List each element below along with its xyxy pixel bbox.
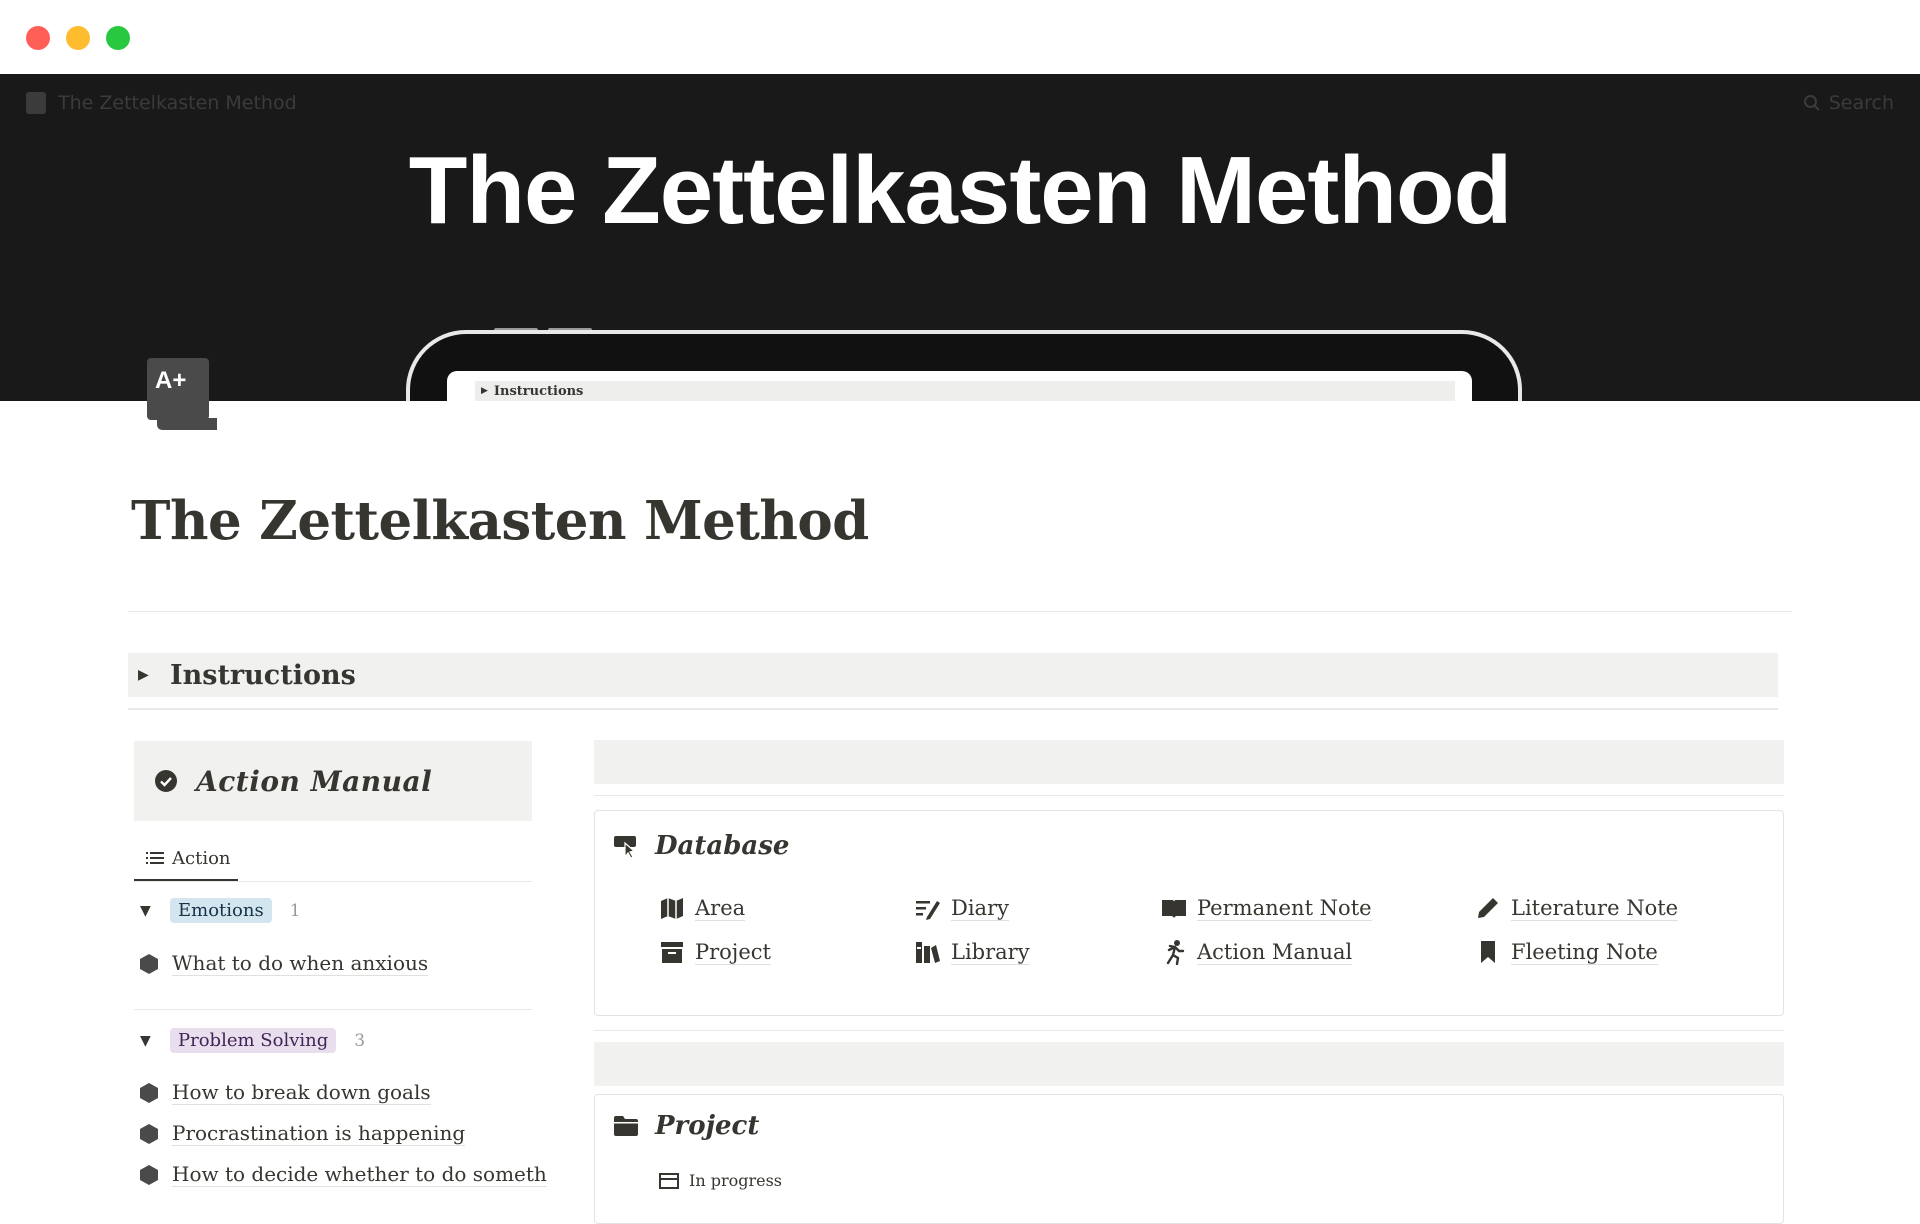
spacer-callout	[594, 740, 1784, 784]
hexagon-icon	[140, 1123, 158, 1144]
divider	[128, 708, 1778, 710]
list-item[interactable]: How to break down goals	[138, 1080, 431, 1105]
list-item-label: How to break down goals	[172, 1080, 431, 1105]
map-icon	[661, 898, 683, 919]
library-icon	[916, 942, 940, 963]
project-card: Project In progress	[594, 1094, 1784, 1224]
bookmark-icon	[1481, 941, 1495, 963]
triangle-down-icon: ▼	[140, 1032, 151, 1049]
database-header: Database	[613, 831, 789, 861]
group-tag: Emotions	[170, 898, 272, 923]
list-item[interactable]: How to decide whether to do someth	[138, 1162, 547, 1187]
link-action-manual[interactable]: Action Manual	[1161, 939, 1353, 965]
link-project[interactable]: Project	[659, 939, 771, 965]
archive-icon	[661, 942, 683, 963]
breadcrumb[interactable]: The Zettelkasten Method	[26, 92, 297, 114]
hexagon-icon	[140, 1164, 158, 1185]
folder-icon	[614, 1116, 638, 1136]
group-count: 1	[289, 900, 301, 921]
list-item-label: How to decide whether to do someth	[172, 1162, 547, 1187]
window-titlebar	[0, 0, 1920, 74]
link-label: Area	[695, 895, 746, 921]
triangle-down-icon: ▼	[140, 902, 151, 919]
link-label: Library	[951, 939, 1030, 965]
grade-page-icon[interactable]: A+	[147, 358, 221, 436]
project-title: Project	[655, 1111, 760, 1141]
screen-toggle: ▶ Instructions	[475, 381, 1455, 401]
list-item-label: Procrastination is happening	[172, 1121, 466, 1146]
action-manual-callout: Action Manual	[134, 741, 532, 821]
hexagon-icon	[140, 1082, 158, 1103]
maximize-window-button[interactable]	[106, 26, 130, 50]
spacer-callout	[594, 1042, 1784, 1086]
table-icon	[659, 1172, 679, 1189]
search-label: Search	[1828, 92, 1894, 114]
link-label: Project	[695, 939, 771, 965]
breadcrumb-page-name: The Zettelkasten Method	[58, 92, 297, 114]
svg-text:A+: A+	[155, 367, 186, 394]
link-label: Action Manual	[1197, 939, 1353, 965]
database-card: Database Area Diary Permanent Note Liter…	[594, 810, 1784, 1016]
hexagon-icon	[140, 953, 158, 974]
pencil-icon	[1478, 898, 1498, 918]
page-cover: The Zettelkasten Method Search The Zette…	[0, 74, 1920, 401]
link-label: Literature Note	[1511, 895, 1679, 921]
view-tabs: Action	[134, 837, 532, 882]
link-label: Diary	[951, 895, 1009, 921]
page-title: The Zettelkasten Method	[131, 490, 869, 552]
group-emotions[interactable]: ▼ Emotions 1	[140, 898, 301, 923]
link-diary[interactable]: Diary	[915, 895, 1009, 921]
cover-title: The Zettelkasten Method	[408, 137, 1512, 244]
search-button[interactable]: Search	[1803, 92, 1894, 114]
divider	[134, 1009, 532, 1010]
screen-toggle-label: Instructions	[493, 383, 584, 399]
book-icon	[1162, 900, 1186, 918]
list-item[interactable]: Procrastination is happening	[138, 1121, 466, 1146]
divider	[594, 1030, 1784, 1031]
instructions-label: Instructions	[170, 659, 356, 691]
project-view-label: In progress	[689, 1171, 783, 1190]
link-label: Fleeting Note	[1511, 939, 1658, 965]
list-icon	[146, 852, 164, 864]
minimize-window-button[interactable]	[66, 26, 90, 50]
write-icon	[916, 901, 940, 920]
group-count: 3	[354, 1030, 366, 1051]
action-manual-title: Action Manual	[196, 764, 433, 798]
close-window-button[interactable]	[26, 26, 50, 50]
triangle-right-icon: ▶	[138, 667, 149, 683]
link-area[interactable]: Area	[659, 895, 746, 921]
group-problem-solving[interactable]: ▼ Problem Solving 3	[140, 1028, 365, 1053]
list-item-label: What to do when anxious	[172, 951, 429, 976]
page-icon-small	[26, 92, 46, 114]
divider	[128, 611, 1792, 612]
link-literature-note[interactable]: Literature Note	[1475, 895, 1679, 921]
search-icon	[1803, 95, 1820, 111]
triangle-right-icon: ▶	[481, 386, 488, 396]
database-title: Database	[655, 831, 790, 861]
project-header: Project	[613, 1111, 759, 1141]
divider	[594, 795, 1784, 796]
instructions-toggle[interactable]: ▶ Instructions	[128, 653, 1778, 697]
tab-action[interactable]: Action	[134, 837, 238, 881]
project-view-tab[interactable]: In progress	[659, 1171, 782, 1190]
runner-icon	[1166, 940, 1185, 965]
group-tag: Problem Solving	[170, 1028, 337, 1053]
list-item[interactable]: What to do when anxious	[138, 951, 429, 976]
link-library[interactable]: Library	[915, 939, 1030, 965]
check-circle-icon	[155, 770, 177, 792]
tab-action-label: Action	[172, 847, 231, 869]
link-permanent-note[interactable]: Permanent Note	[1161, 895, 1372, 921]
link-fleeting-note[interactable]: Fleeting Note	[1475, 939, 1658, 965]
device-screen: ▶ Instructions	[447, 371, 1472, 401]
link-label: Permanent Note	[1197, 895, 1372, 921]
pointer-sign-icon	[614, 836, 636, 859]
